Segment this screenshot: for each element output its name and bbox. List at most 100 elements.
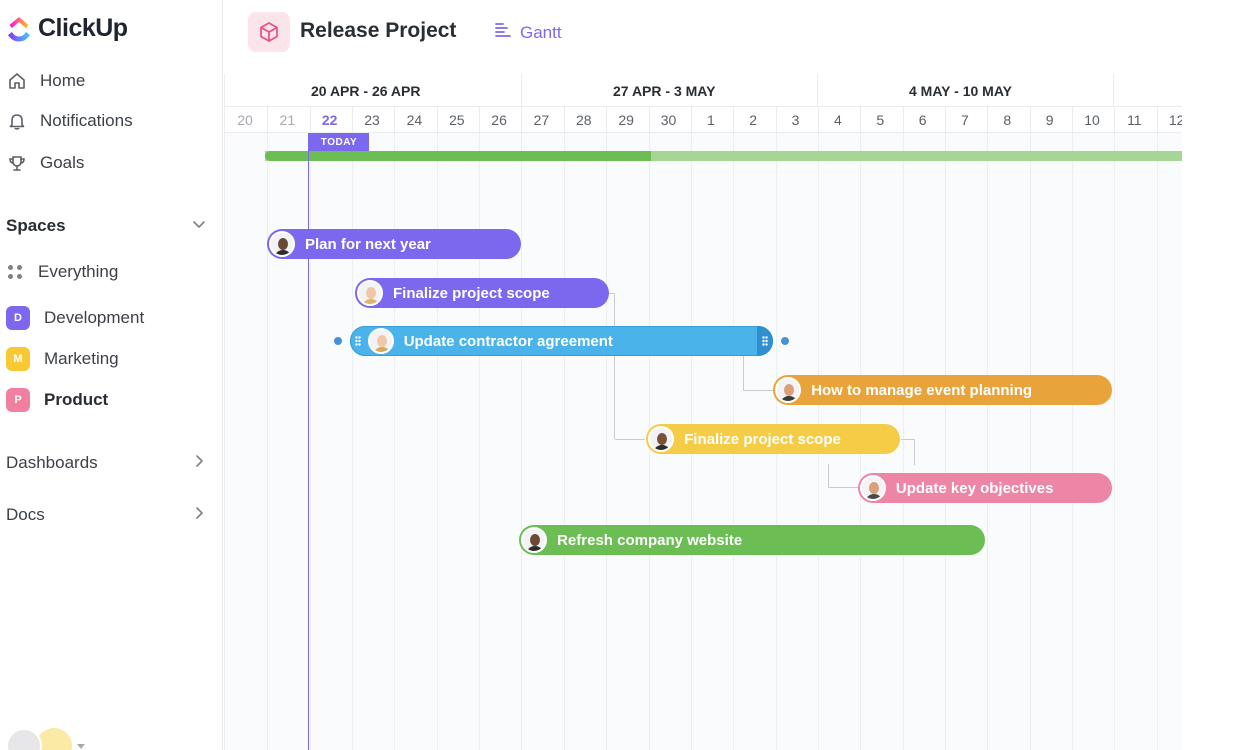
gantt-icon — [494, 21, 512, 44]
day-label: 30 — [660, 112, 677, 128]
day-separator — [733, 107, 735, 133]
right-margin — [1182, 0, 1248, 750]
clickup-logo-icon — [8, 16, 30, 41]
nav-goals[interactable]: Goals — [6, 152, 84, 174]
day-grid-line — [563, 133, 565, 750]
task-label: Update key objectives — [895, 479, 1054, 497]
day-label: 25 — [448, 112, 465, 128]
assignee-avatar[interactable] — [357, 280, 383, 306]
task-bar[interactable]: How to manage event planning — [773, 375, 1112, 405]
day-grid-line — [309, 133, 311, 750]
task-label: Finalize project scope — [393, 284, 550, 302]
assignee-avatar[interactable] — [367, 328, 394, 354]
space-development[interactable]: D Development — [6, 306, 144, 330]
sidebar: ClickUp Home Notifications Goals Spaces … — [0, 0, 223, 750]
nav-home[interactable]: Home — [6, 70, 85, 92]
task-bar[interactable]: Plan for next year — [267, 229, 522, 259]
caret-down-icon[interactable] — [76, 738, 86, 750]
day-label: 11 — [1127, 112, 1142, 128]
bell-icon — [6, 110, 28, 132]
day-label: 27 — [533, 112, 550, 128]
avatar-body — [362, 299, 380, 304]
task-label: Update contractor agreement — [403, 332, 613, 350]
home-icon — [6, 70, 28, 92]
clickup-logo[interactable]: ClickUp — [6, 14, 128, 43]
day-separator — [309, 107, 311, 133]
day-separator — [352, 107, 354, 133]
day-separator — [1156, 107, 1158, 133]
day-separator — [987, 107, 989, 133]
nav-notifications[interactable]: Notifications — [6, 110, 133, 132]
day-grid-line — [606, 133, 608, 750]
avatar-body — [274, 250, 292, 255]
avatar-face — [868, 482, 879, 494]
avatar-body — [780, 396, 799, 401]
week-label: 27 APR - 3 MAY — [613, 83, 716, 99]
assignee-avatar[interactable] — [648, 426, 675, 452]
task-label: How to manage event planning — [811, 381, 1033, 399]
tab-gantt[interactable]: Gantt — [494, 21, 562, 44]
chevron-right-icon[interactable] — [192, 453, 206, 473]
spaces-header[interactable]: Spaces — [6, 216, 206, 236]
user-avatar[interactable] — [6, 728, 42, 750]
day-label: 9 — [1045, 112, 1054, 128]
day-label: 6 — [918, 112, 927, 128]
task-bar[interactable]: Update contractor agreement — [349, 326, 774, 356]
day-separator — [606, 107, 608, 133]
day-grid-line — [944, 133, 946, 750]
assignee-avatar[interactable] — [521, 527, 548, 553]
day-label: 4 — [833, 112, 842, 128]
chevron-right-icon[interactable] — [192, 505, 206, 525]
day-label: 29 — [618, 112, 634, 128]
dependency-dot-right[interactable] — [781, 337, 790, 345]
task-label: Refresh company website — [557, 531, 743, 549]
week-header-row: 20 APR - 26 APR 27 APR - 3 MAY 4 MAY - 1… — [225, 74, 1182, 107]
gantt-chart[interactable]: 20 APR - 26 APR 27 APR - 3 MAY 4 MAY - 1… — [224, 74, 1182, 750]
dashboards-section[interactable]: Dashboards — [6, 453, 206, 473]
resize-handle-right[interactable] — [757, 326, 774, 356]
space-product[interactable]: P Product — [6, 388, 108, 412]
avatar-face — [657, 433, 668, 445]
day-label: 5 — [876, 112, 885, 128]
day-separator — [690, 107, 692, 133]
avatar-face — [376, 335, 387, 347]
spaces-heading: Spaces — [6, 216, 66, 235]
task-bar[interactable]: Update key objectives — [857, 473, 1112, 503]
avatar-body — [653, 445, 672, 450]
day-separator — [1029, 107, 1031, 133]
day-separator — [436, 107, 438, 133]
day-separator — [479, 107, 481, 133]
day-separator — [902, 107, 904, 133]
dashboards-label: Dashboards — [6, 453, 98, 472]
task-bar[interactable]: Finalize project scope — [646, 424, 901, 454]
space-everything[interactable]: Everything — [6, 262, 118, 282]
day-separator — [563, 107, 565, 133]
avatar-body — [372, 347, 391, 352]
day-grid-line — [1029, 133, 1031, 750]
assignee-avatar[interactable] — [269, 231, 295, 257]
task-bar[interactable]: Refresh company website — [519, 525, 985, 555]
assignee-avatar[interactable] — [775, 377, 802, 403]
avatar-body — [864, 494, 883, 499]
day-label: 8 — [1003, 112, 1012, 128]
assignee-avatar[interactable] — [859, 475, 886, 501]
space-everything-label: Everything — [38, 262, 119, 281]
week-label: 4 MAY - 10 MAY — [909, 83, 1012, 99]
resize-handle-left[interactable] — [350, 326, 366, 356]
chevron-down-icon[interactable] — [192, 216, 206, 236]
week-separator — [1113, 74, 1114, 107]
docs-section[interactable]: Docs — [6, 505, 206, 525]
space-marketing[interactable]: M Marketing — [6, 347, 119, 371]
avatar-face — [784, 384, 795, 396]
tab-gantt-label: Gantt — [520, 22, 562, 42]
task-bar[interactable]: Finalize project scope — [355, 278, 610, 308]
dependency-connector — [743, 390, 775, 391]
dependency-connector — [901, 439, 915, 465]
day-separator — [775, 107, 777, 133]
day-header-row: 2021222324252627282930123456789101112 — [225, 107, 1182, 133]
dependency-connector — [603, 293, 615, 439]
dependency-dot-left[interactable] — [333, 337, 342, 345]
grid-icon — [6, 263, 24, 281]
page-title: Release Project — [300, 19, 457, 42]
day-separator — [521, 107, 523, 133]
